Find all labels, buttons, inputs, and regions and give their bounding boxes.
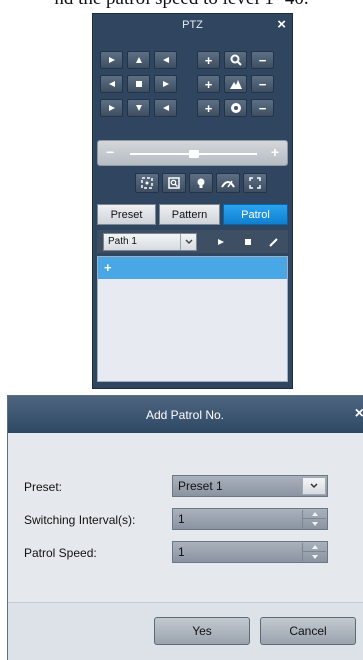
slider-minus[interactable]: − <box>106 144 114 160</box>
interval-spinner[interactable] <box>302 510 326 528</box>
spin-down-icon[interactable] <box>303 519 326 528</box>
preset-select-value: Preset 1 <box>178 479 223 493</box>
tab-preset[interactable]: Preset <box>97 204 156 225</box>
arrow-right-icon <box>162 81 169 87</box>
ptz-header: PTZ × <box>93 14 292 36</box>
arrow-down-icon <box>135 105 142 111</box>
ptz-auto-button[interactable] <box>127 75 150 93</box>
menu-button[interactable] <box>243 173 267 193</box>
pencil-icon <box>269 237 278 247</box>
ptz-left-button[interactable] <box>100 75 123 93</box>
slider-thumb[interactable] <box>188 150 199 158</box>
preset-label: Preset: <box>24 480 63 494</box>
stop-icon <box>245 238 251 245</box>
area-focus-button[interactable] <box>162 173 186 193</box>
add-patrol-row[interactable]: + <box>98 257 287 279</box>
ptz-speed-slider[interactable]: − + <box>97 140 288 166</box>
mountain-icon <box>229 80 242 89</box>
slider-plus[interactable]: + <box>271 144 279 160</box>
add-patrol-dialog: Add Patrol No. × Preset: Preset 1 Switch… <box>7 395 363 660</box>
tab-pattern[interactable]: Pattern <box>159 204 220 225</box>
ptz-up-left-button[interactable] <box>100 51 123 69</box>
chevron-down-icon <box>180 234 196 250</box>
dialog-title-bar: Add Patrol No. × <box>8 396 363 433</box>
spin-up-icon[interactable] <box>303 543 326 552</box>
patrol-speed-label: Patrol Speed: <box>24 546 97 560</box>
dialog-close-button[interactable]: × <box>355 405 363 423</box>
spin-down-icon[interactable] <box>303 552 326 561</box>
zoom-out-button[interactable]: − <box>251 51 274 69</box>
stop-path-button[interactable] <box>240 234 256 249</box>
aperture-icon <box>230 103 241 113</box>
spin-up-icon[interactable] <box>303 510 326 519</box>
switching-interval-input[interactable]: 1 <box>172 508 328 530</box>
arrow-up-left-icon <box>108 57 115 63</box>
speed-spinner[interactable] <box>302 543 326 561</box>
ptz-down-right-button[interactable] <box>154 99 177 117</box>
stop-square-icon <box>135 81 142 87</box>
wiper-icon <box>221 180 235 188</box>
patrol-speed-value: 1 <box>178 545 185 559</box>
arrow-left-icon <box>108 81 115 87</box>
play-icon <box>218 238 224 245</box>
arrow-up-icon <box>135 57 142 63</box>
arrow-down-left-icon <box>108 105 115 111</box>
arrow-up-right-icon <box>162 57 169 63</box>
ptz-up-right-button[interactable] <box>154 51 177 69</box>
path-select-value: Path 1 <box>108 236 137 247</box>
ptz-down-left-button[interactable] <box>100 99 123 117</box>
iris-icon-button <box>224 99 247 117</box>
light-button[interactable] <box>189 173 213 193</box>
tab-patrol[interactable]: Patrol <box>223 204 288 225</box>
path-select[interactable]: Path 1 <box>103 233 197 251</box>
focus-far-button[interactable]: − <box>251 75 274 93</box>
magnifier-icon <box>230 54 242 66</box>
zoom-in-button[interactable]: + <box>197 51 220 69</box>
cancel-button[interactable]: Cancel <box>260 617 356 645</box>
area-focus-icon <box>168 177 180 189</box>
ptz-up-button[interactable] <box>127 51 150 69</box>
3d-zoom-icon <box>141 177 153 189</box>
switching-interval-value: 1 <box>178 512 185 526</box>
ptz-right-button[interactable] <box>154 75 177 93</box>
3d-zoom-button[interactable] <box>135 173 159 193</box>
iris-open-button[interactable]: + <box>197 99 220 117</box>
ptz-close-button[interactable]: × <box>277 16 286 34</box>
iris-close-button[interactable]: − <box>251 99 274 117</box>
wiper-button[interactable] <box>216 173 240 193</box>
dialog-title: Add Patrol No. <box>145 408 225 422</box>
preset-select[interactable]: Preset 1 <box>172 475 328 497</box>
arrow-down-right-icon <box>162 105 169 111</box>
ptz-down-button[interactable] <box>127 99 150 117</box>
play-path-button[interactable] <box>213 234 229 249</box>
edit-path-button[interactable] <box>265 234 281 249</box>
patrol-path-toolbar: Path 1 <box>97 230 288 253</box>
chevron-down-icon <box>302 477 326 495</box>
page-caption: nd the patrol speed to level 1- 40. <box>0 0 363 8</box>
yes-button[interactable]: Yes <box>154 617 250 645</box>
zoom-icon-button <box>224 51 247 69</box>
light-icon <box>197 178 205 188</box>
menu-icon <box>249 177 261 189</box>
ptz-panel: PTZ × + − + − + − − + Preset Pattern Pat… <box>92 13 293 389</box>
focus-icon-button <box>224 75 247 93</box>
patrol-speed-input[interactable]: 1 <box>172 541 328 563</box>
patrol-list: + <box>97 256 288 382</box>
switching-interval-label: Switching Interval(s): <box>24 513 136 527</box>
focus-near-button[interactable]: + <box>197 75 220 93</box>
ptz-title: PTZ <box>182 19 203 31</box>
